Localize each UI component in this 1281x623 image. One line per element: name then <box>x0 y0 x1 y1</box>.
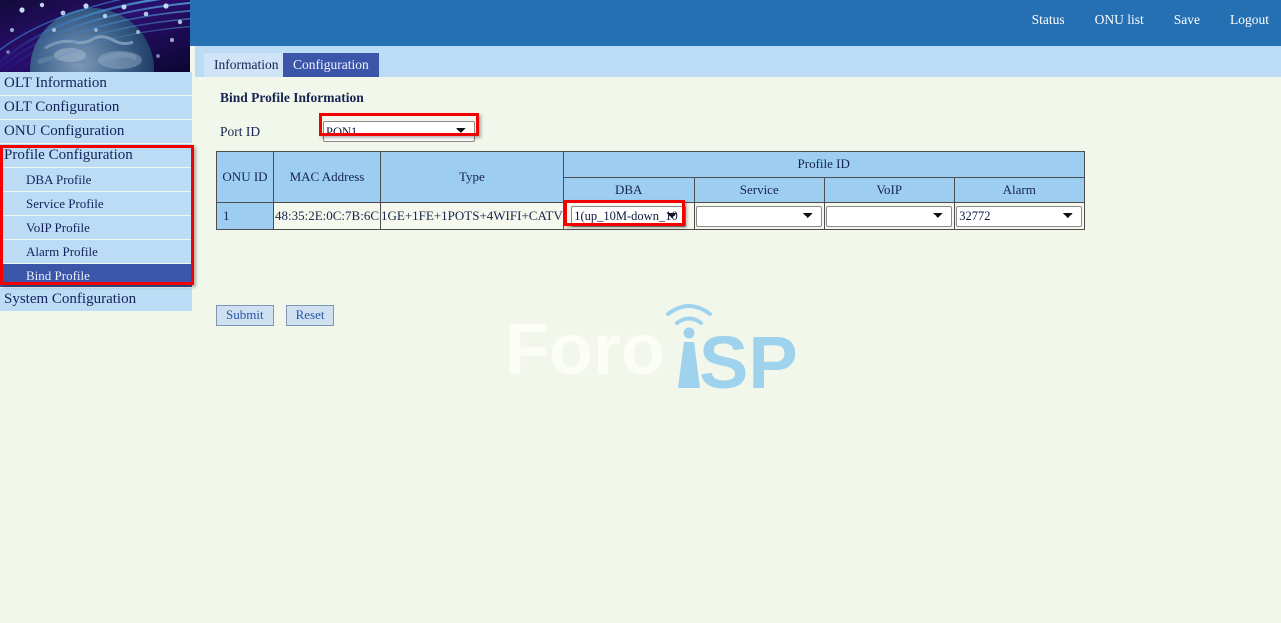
page-title: Bind Profile Information <box>220 90 364 106</box>
col-header-onu-id: ONU ID <box>217 152 274 203</box>
cell-mac-address: 48:35:2E:0C:7B:6C <box>274 203 381 230</box>
sidebar-item-onu-configuration[interactable]: ONU Configuration <box>0 120 192 143</box>
watermark-text-sp: SP <box>699 321 795 402</box>
cell-dba: 1(up_10M-down_10 <box>563 203 694 230</box>
cell-voip <box>824 203 954 230</box>
col-header-profile-id: Profile ID <box>563 152 1084 178</box>
sidebar-item-olt-configuration[interactable]: OLT Configuration <box>0 96 192 119</box>
tab-strip: Information Configuration <box>195 46 1281 77</box>
top-nav-link-logout[interactable]: Logout <box>1230 12 1269 28</box>
port-id-row: Port ID PON1 <box>220 121 720 145</box>
cell-alarm: 32772 <box>954 203 1084 230</box>
cell-type: 1GE+1FE+1POTS+4WIFI+CATV <box>381 203 564 230</box>
sidebar-item-dba-profile[interactable]: DBA Profile <box>0 168 192 191</box>
top-nav: Status ONU list Save Logout <box>1032 12 1269 28</box>
col-header-service: Service <box>694 177 824 203</box>
panel-body: Foro SP Bind Profile Information Port ID… <box>195 77 1281 623</box>
col-header-dba: DBA <box>563 177 694 203</box>
content-panel: Information Configuration Foro SP Bind P… <box>195 46 1281 623</box>
top-nav-link-save[interactable]: Save <box>1174 12 1200 28</box>
watermark-text-foro: Foro <box>505 310 665 390</box>
cell-onu-id: 1 <box>217 203 274 230</box>
sidebar-item-profile-configuration[interactable]: Profile Configuration <box>0 144 192 167</box>
voip-profile-select[interactable] <box>826 206 952 227</box>
foroisp-logo-graphic: Foro SP <box>505 292 795 402</box>
dba-profile-select[interactable]: 1(up_10M-down_10 <box>571 206 686 227</box>
cell-service <box>694 203 824 230</box>
alarm-profile-select[interactable]: 32772 <box>956 206 1082 227</box>
col-header-alarm: Alarm <box>954 177 1084 203</box>
table-header-row-1: ONU ID MAC Address Type Profile ID <box>217 152 1085 178</box>
submit-button[interactable]: Submit <box>216 305 274 326</box>
sidebar-item-service-profile[interactable]: Service Profile <box>0 192 192 215</box>
table-head: ONU ID MAC Address Type Profile ID DBA S… <box>217 152 1085 203</box>
port-id-select[interactable]: PON1 <box>323 121 475 142</box>
sidebar-item-alarm-profile[interactable]: Alarm Profile <box>0 240 192 263</box>
tab-information[interactable]: Information <box>204 53 288 77</box>
sidebar-item-bind-profile[interactable]: Bind Profile <box>0 264 192 287</box>
col-header-voip: VoIP <box>824 177 954 203</box>
foroisp-watermark: Foro SP <box>505 292 795 402</box>
sidebar-item-olt-information[interactable]: OLT Information <box>0 72 192 95</box>
table-body: 1 48:35:2E:0C:7B:6C 1GE+1FE+1POTS+4WIFI+… <box>217 203 1085 230</box>
sidebar: OLT Information OLT Configuration ONU Co… <box>0 72 192 312</box>
table-row: 1 48:35:2E:0C:7B:6C 1GE+1FE+1POTS+4WIFI+… <box>217 203 1085 230</box>
service-profile-select[interactable] <box>696 206 822 227</box>
fiber-globe-graphic <box>0 0 190 72</box>
header-banner-image <box>0 0 190 72</box>
top-nav-link-onu-list[interactable]: ONU list <box>1095 12 1144 28</box>
top-nav-link-status[interactable]: Status <box>1032 12 1065 28</box>
form-buttons: Submit Reset <box>216 305 342 326</box>
port-id-label: Port ID <box>220 124 260 140</box>
tab-configuration[interactable]: Configuration <box>283 53 379 77</box>
reset-button[interactable]: Reset <box>286 305 335 326</box>
sidebar-item-system-configuration[interactable]: System Configuration <box>0 288 192 311</box>
col-header-type: Type <box>381 152 564 203</box>
bind-profile-table: ONU ID MAC Address Type Profile ID DBA S… <box>216 151 1085 230</box>
top-bar: Status ONU list Save Logout <box>190 0 1281 46</box>
col-header-mac-address: MAC Address <box>274 152 381 203</box>
sidebar-item-voip-profile[interactable]: VoIP Profile <box>0 216 192 239</box>
